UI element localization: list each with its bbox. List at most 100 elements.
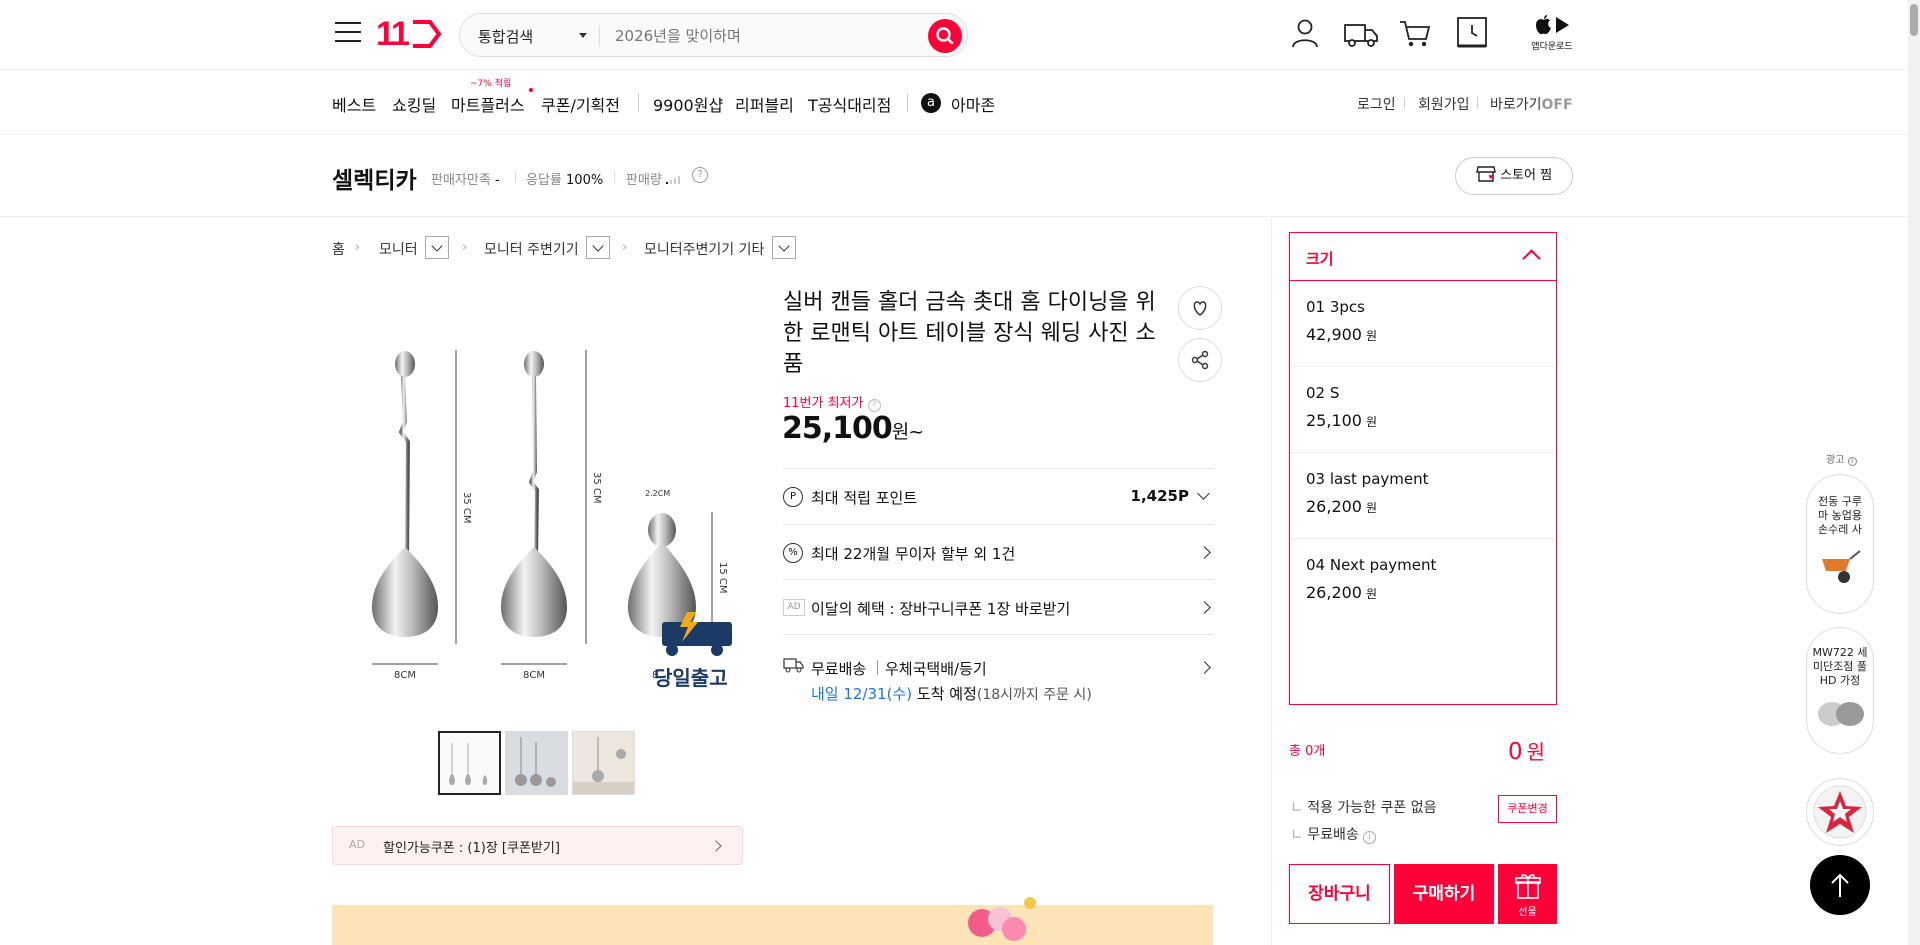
site-logo[interactable]: 11 [376, 15, 442, 54]
store-icon [1476, 166, 1496, 182]
store-follow-label: 스토어 찜 [1500, 168, 1553, 183]
cart-icon[interactable] [1398, 16, 1432, 50]
thumbnail-1[interactable] [438, 731, 501, 795]
chevron-down-icon [579, 33, 587, 38]
app-download[interactable]: 앱다운로드 [1530, 14, 1574, 52]
nav-amazon[interactable]: 아마존 [951, 92, 995, 116]
search-icon [936, 27, 954, 45]
free-ship-note: ∟ 무료배송 i [1291, 824, 1377, 844]
point-row[interactable]: P 최대 적립 포인트 1,425P [783, 468, 1213, 524]
width-label-2: 8CM [523, 670, 545, 681]
option-unit: 원 [1365, 415, 1378, 429]
ad-badge: AD [783, 599, 805, 616]
option-item[interactable]: 04 Next payment 26,200 원 [1290, 539, 1556, 625]
nav-coupon[interactable]: 쿠폰/기획전 [541, 92, 620, 116]
breadcrumb-dropdown-1[interactable] [425, 236, 449, 259]
chevron-right-icon [1198, 546, 1211, 559]
seller-name[interactable]: 셀렉티카 [332, 161, 417, 195]
breadcrumb-monitor-peripheral[interactable]: 모니터 주변기기 [484, 239, 579, 259]
monthly-benefit-label: 이달의 혜택 : 장바구니쿠폰 1장 바로받기 [811, 600, 1071, 618]
chevron-right-icon: › [355, 240, 361, 255]
buy-now-button[interactable]: 구매하기 [1394, 864, 1494, 924]
gift-button[interactable]: 선물 [1498, 864, 1557, 924]
breadcrumb-monitor[interactable]: 모니터 [379, 239, 418, 259]
breadcrumb-dropdown-2[interactable] [586, 236, 610, 259]
help-icon[interactable]: ? [692, 167, 708, 183]
quick-buy-toggle[interactable]: 바로가기OFF [1490, 94, 1573, 114]
scrollbar-thumb[interactable] [1910, 4, 1918, 36]
user-icon[interactable] [1288, 16, 1322, 50]
nav-mart-plus[interactable]: 마트플러스 [451, 92, 525, 116]
tire-product-image [1818, 702, 1864, 726]
nav-9900-shop[interactable]: 9900원샵 [653, 92, 723, 116]
search-bar: 통합검색 [459, 13, 968, 57]
coupon-change-button[interactable]: 쿠폰변경 [1498, 795, 1557, 823]
coupon-none-note: ∟ 적용 가능한 쿠폰 없음 [1291, 800, 1437, 816]
search-button[interactable] [928, 19, 962, 53]
satisfaction-label: 판매자만족 [431, 173, 491, 188]
option-unit: 원 [1365, 329, 1378, 343]
product-title: 실버 캔들 홀더 금속 촛대 홈 다이닝을 위한 로맨틱 아트 테이블 장식 웨… [783, 290, 1156, 377]
side-ad-3[interactable] [1806, 778, 1874, 846]
nav-shocking-deal[interactable]: 쇼킹딜 [392, 92, 436, 116]
total-count: 총 0개 [1289, 744, 1326, 759]
shipping-row[interactable]: 무료배송 우체국택배/등기 내일 12/31(수) 도착 예정(18시까지 주문… [783, 634, 1213, 714]
menu-icon[interactable] [335, 22, 361, 44]
delivery-truck-icon[interactable] [1343, 16, 1378, 50]
info-icon[interactable]: i [1363, 831, 1377, 844]
installment-row[interactable]: % 최대 22개월 무이자 할부 외 1건 [783, 524, 1213, 580]
share-icon [1191, 350, 1209, 370]
promo-banner[interactable] [332, 897, 1213, 945]
add-to-cart-button[interactable]: 장바구니 [1289, 864, 1390, 924]
search-category-select[interactable]: 통합검색 [478, 26, 533, 47]
option-item[interactable]: 01 3pcs 42,900 원 [1290, 281, 1556, 367]
option-price: 26,200 [1306, 497, 1362, 516]
coupon-ad-bar[interactable]: AD 할인가능쿠폰 : (1)장 [쿠폰받기] [332, 826, 743, 865]
installment-label: 최대 22개월 무이자 할부 외 1건 [811, 545, 1016, 563]
point-value: 1,425P [1130, 487, 1189, 505]
response-stat: 응답률 100% [526, 169, 603, 188]
breadcrumb-monitor-etc[interactable]: 모니터주변기기 기타 [644, 239, 764, 259]
option-header[interactable]: 크기 [1290, 233, 1556, 281]
join-link[interactable]: 회원가입 [1418, 94, 1470, 114]
chevron-up-icon [1522, 249, 1541, 268]
recent-view-icon[interactable] [1455, 16, 1489, 50]
page-scrollbar[interactable] [1908, 0, 1920, 945]
wishlist-button[interactable] [1178, 286, 1222, 330]
scroll-to-top-button[interactable] [1810, 855, 1870, 915]
thumbnail-3[interactable] [572, 731, 635, 795]
login-link[interactable]: 로그인 [1357, 94, 1396, 114]
same-day-shipping-badge: 당일출고 [654, 612, 732, 690]
option-item[interactable]: 03 last payment 26,200 원 [1290, 453, 1556, 539]
lowest-price-label: 11번가 최저가 ? [783, 392, 881, 412]
option-item[interactable]: 02 S 25,100 원 [1290, 367, 1556, 453]
breadcrumb-dropdown-3[interactable] [772, 236, 796, 259]
share-button[interactable] [1178, 338, 1222, 382]
option-price: 25,100 [1306, 411, 1362, 430]
sales-level-icon [666, 176, 681, 184]
quick-buy-label: 바로가기 [1490, 97, 1542, 113]
store-follow-button[interactable]: 스토어 찜 [1455, 157, 1573, 195]
option-price: 42,900 [1306, 325, 1362, 344]
arrival-info: 내일 12/31(수) 도착 예정(18시까지 주문 시) [811, 683, 1092, 704]
nav-refurbly[interactable]: 리퍼블리 [735, 92, 794, 116]
info-icon[interactable]: i [1847, 457, 1857, 466]
chevron-right-icon: › [462, 240, 468, 255]
chevron-down-icon [1197, 487, 1210, 500]
search-input[interactable] [615, 23, 905, 49]
monthly-benefit-row[interactable]: AD 이달의 혜택 : 장바구니쿠폰 1장 바로받기 [783, 579, 1213, 635]
chevron-right-icon: › [622, 240, 628, 255]
gift-label: 선물 [1518, 907, 1537, 918]
point-label: 최대 적립 포인트 [811, 489, 918, 507]
nav-best[interactable]: 베스트 [332, 92, 376, 116]
breadcrumb-home[interactable]: 홈 [332, 239, 345, 259]
side-ad-1[interactable]: 전동 구루마 농업용 손수레 사 [1806, 474, 1874, 614]
amazon-icon: a [921, 93, 941, 113]
side-ad-2-text: MW722 세미단조점 풀HD 가정 [1812, 646, 1868, 687]
side-ad-2[interactable]: MW722 세미단조점 풀HD 가정 [1806, 627, 1874, 754]
seller-bar: 셀렉티카 판매자만족 - 응답률 100% 판매량 ? 스토어 찜 [0, 135, 1908, 217]
nav-t-official[interactable]: T공식대리점 [808, 92, 891, 116]
thumbnail-2[interactable] [505, 731, 568, 795]
product-main-image[interactable]: 35 CM 8CM 35 CM 8CM 2.2CM 15 CM 8 당일출고 [332, 292, 742, 702]
coupon-ad-text: 할인가능쿠폰 : (1)장 [쿠폰받기] [383, 841, 560, 856]
